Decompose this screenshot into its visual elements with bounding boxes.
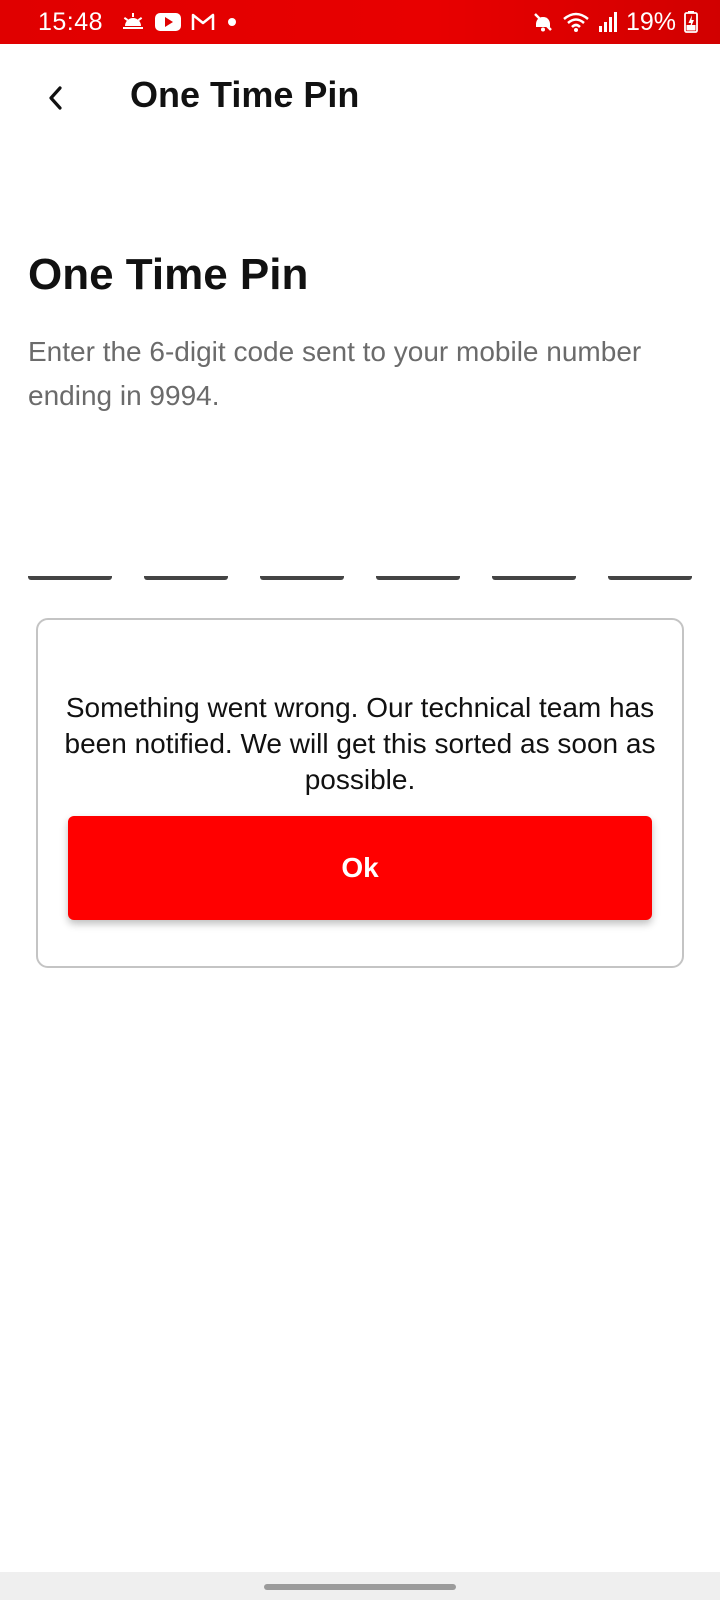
gmail-icon — [191, 13, 215, 31]
battery-percentage: 19% — [625, 7, 676, 36]
otp-digit-1[interactable] — [28, 540, 112, 580]
otp-digit-6[interactable] — [608, 540, 692, 580]
otp-instructions: Enter the 6-digit code sent to your mobi… — [28, 336, 642, 411]
ok-button[interactable]: Ok — [68, 816, 652, 920]
otp-input-group — [28, 540, 692, 580]
youtube-icon — [155, 13, 182, 31]
otp-digit-5[interactable] — [492, 540, 576, 580]
signal-icon — [598, 12, 618, 32]
back-button[interactable] — [28, 72, 84, 128]
error-dialog: Something went wrong. Our technical team… — [36, 618, 684, 968]
wifi-icon — [562, 11, 590, 33]
otp-digit-4[interactable] — [376, 540, 460, 580]
chevron-left-icon — [45, 85, 67, 116]
app-bar: One Time Pin — [0, 44, 720, 150]
status-right: 19% — [532, 8, 698, 37]
weather-icon — [121, 12, 145, 32]
home-gesture-handle[interactable] — [264, 1584, 456, 1590]
otp-screen: 15:48 19% One Time Pin One Time Pin Ente… — [0, 0, 720, 1600]
error-message: Something went wrong. Our technical team… — [64, 692, 656, 795]
navigation-bar — [0, 1572, 720, 1600]
otp-digit-2[interactable] — [144, 540, 228, 580]
page-heading: One Time Pin — [28, 250, 309, 299]
status-left: 15:48 — [38, 8, 239, 37]
otp-digit-3[interactable] — [260, 540, 344, 580]
mute-icon — [532, 11, 554, 33]
battery-charging-icon — [684, 11, 698, 33]
status-bar: 15:48 19% — [0, 0, 720, 44]
notification-dot-icon — [225, 15, 239, 29]
status-time: 15:48 — [38, 7, 104, 36]
app-bar-title: One Time Pin — [130, 74, 360, 115]
